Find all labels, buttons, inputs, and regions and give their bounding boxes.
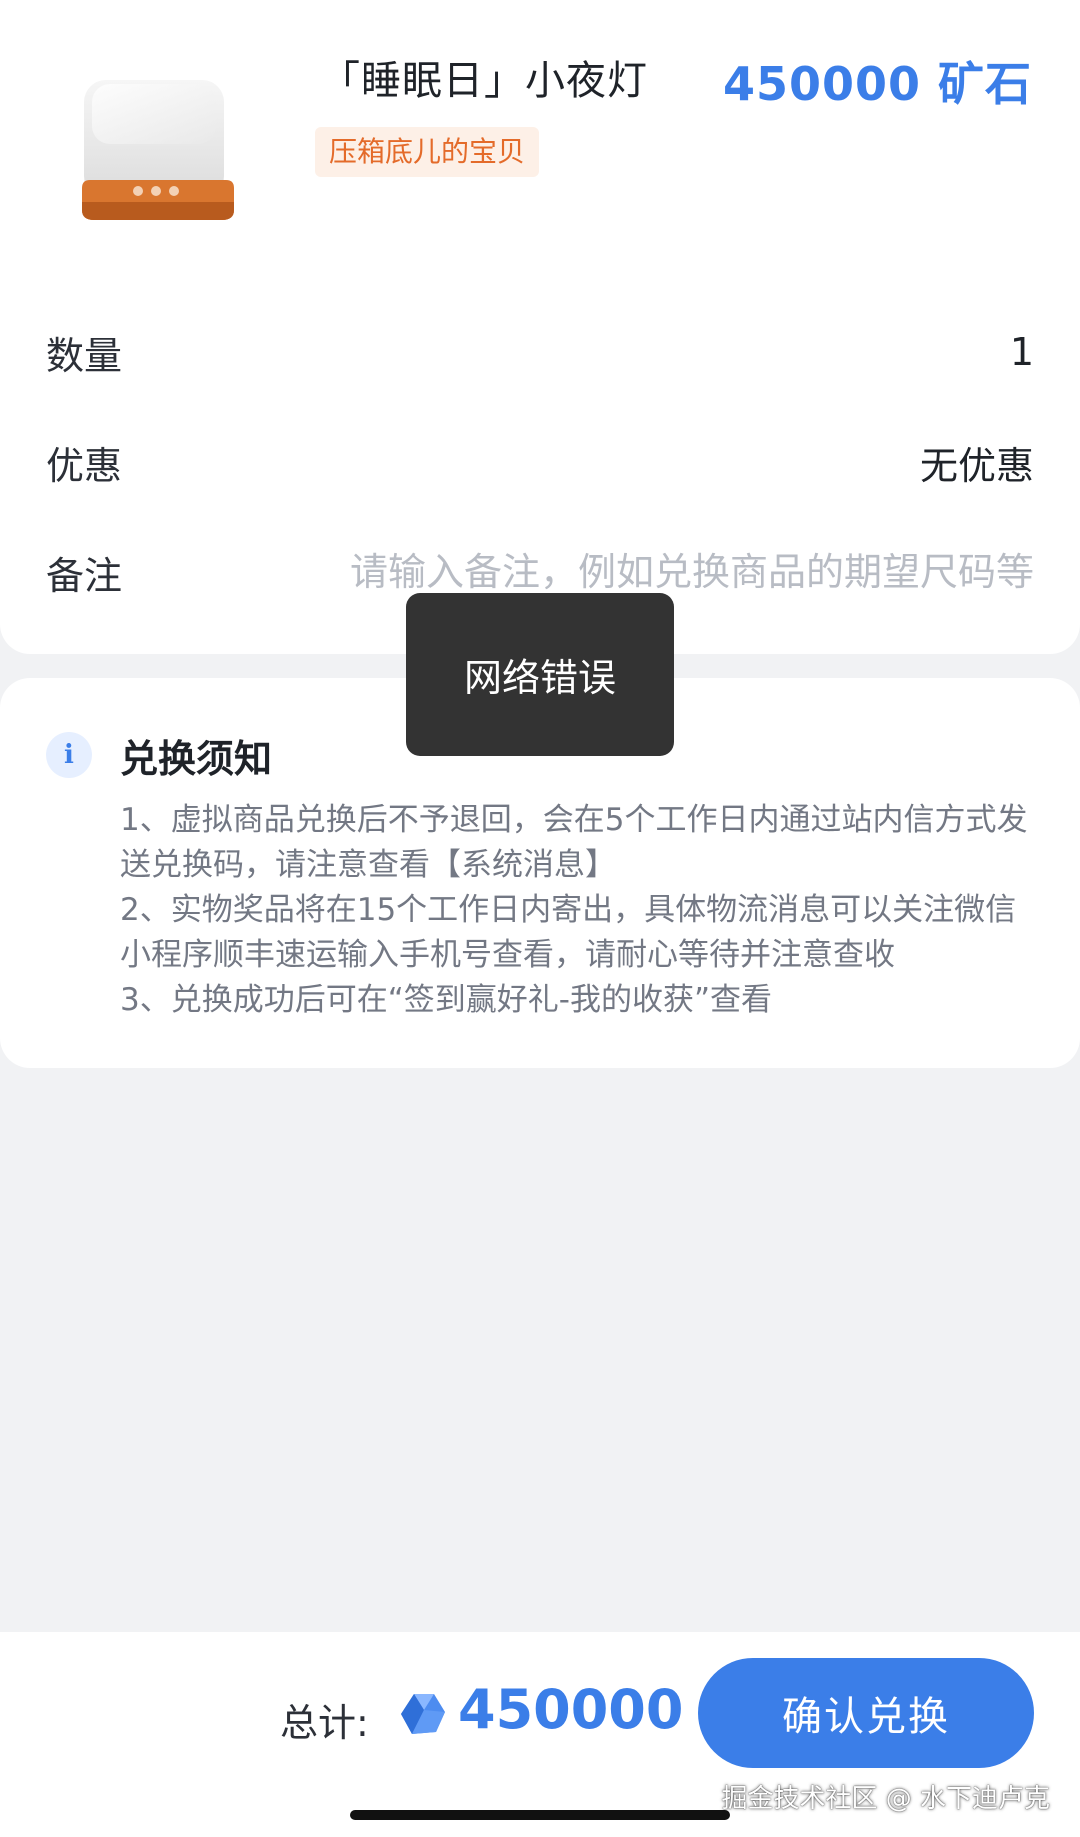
night-light-product-image bbox=[82, 80, 234, 220]
order-card: 「睡眠日」小夜灯 450000 矿石 压箱底儿的宝贝 数量 1 优惠 无优惠 备… bbox=[0, 0, 1080, 654]
product-title: 「睡眠日」小夜灯 bbox=[320, 58, 648, 104]
notice-body: 1、虚拟商品兑换后不予退回，会在5个工作日内通过站内信方式发送兑换码，请注意查看… bbox=[120, 798, 1040, 1023]
notice-title: 兑换须知 bbox=[120, 736, 273, 781]
remark-label: 备注 bbox=[46, 553, 123, 598]
remark-input[interactable] bbox=[274, 550, 1034, 594]
total-label: 总计: bbox=[280, 1701, 369, 1745]
product-price: 450000 矿石 bbox=[722, 57, 1032, 111]
bottom-action-bar: 总计: 450000 确认兑换 掘金技术社区 @ 水下迪卢克 bbox=[0, 1632, 1080, 1837]
product-tag-badge: 压箱底儿的宝贝 bbox=[315, 127, 540, 177]
quantity-row[interactable]: 数量 1 bbox=[46, 322, 1034, 382]
home-indicator[interactable] bbox=[350, 1810, 730, 1820]
total-value: 450000 bbox=[458, 1678, 684, 1741]
discount-value[interactable]: 无优惠 bbox=[920, 435, 1034, 490]
discount-label: 优惠 bbox=[46, 443, 123, 488]
notice-line: 2、实物奖品将在15个工作日内寄出，具体物流消息可以关注微信小程序顺丰速运输入手… bbox=[120, 892, 1017, 973]
exchange-confirm-page: 「睡眠日」小夜灯 450000 矿石 压箱底儿的宝贝 数量 1 优惠 无优惠 备… bbox=[0, 0, 1080, 1837]
notice-line: 1、虚拟商品兑换后不予退回，会在5个工作日内通过站内信方式发送兑换码，请注意查看… bbox=[120, 802, 1028, 883]
info-icon: i bbox=[46, 732, 92, 778]
network-error-toast: 网络错误 bbox=[406, 593, 674, 756]
watermark-text: 掘金技术社区 @ 水下迪卢克 bbox=[721, 1784, 1050, 1814]
notice-line: 3、兑换成功后可在“签到赢好礼-我的收获”查看 bbox=[120, 982, 773, 1018]
quantity-label: 数量 bbox=[46, 333, 123, 378]
discount-row[interactable]: 优惠 无优惠 bbox=[46, 432, 1034, 492]
quantity-value[interactable]: 1 bbox=[1010, 330, 1034, 374]
confirm-exchange-button[interactable]: 确认兑换 bbox=[698, 1658, 1034, 1768]
toast-message: 网络错误 bbox=[463, 656, 616, 700]
ore-gem-icon bbox=[401, 1694, 445, 1734]
notice-header: i 兑换须知 bbox=[46, 730, 273, 781]
